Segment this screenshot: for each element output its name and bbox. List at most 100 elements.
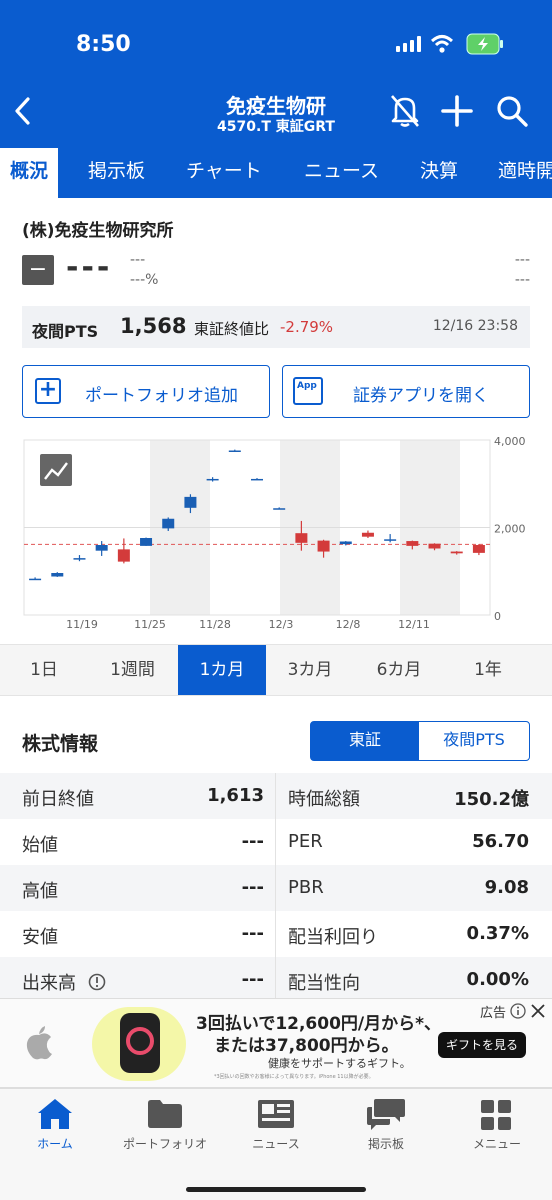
nav-board[interactable]: 掲示板 [331, 1089, 441, 1169]
chat-bubbles-icon [367, 1099, 405, 1130]
search-icon[interactable] [494, 93, 530, 129]
main-tabs: 概況 掲示板 チャート ニュース 決算 適時開 [0, 148, 552, 198]
info-label: 時価総額 [288, 789, 360, 810]
info-value: --- [241, 877, 264, 898]
bottom-navigation: ホーム ポートフォリオ ニュース 掲示板 メニュー [0, 1088, 552, 1200]
info-value: 0.00% [466, 969, 529, 990]
period-1w[interactable]: 1週間 [88, 645, 177, 695]
nav-menu-label: メニュー [472, 1137, 521, 1151]
info-row: 安値 --- 配当利回り 0.37% [0, 911, 552, 957]
apple-logo-icon [26, 1026, 52, 1060]
candle-body [450, 551, 463, 554]
ad-info-icon[interactable] [510, 1003, 526, 1019]
ad-badge-label: 広告 [480, 1006, 507, 1021]
ad-line-3: 健康をサポートするギフト。 [268, 1057, 411, 1070]
info-label: 配当性向 [288, 973, 360, 994]
period-1y[interactable]: 1年 [444, 645, 532, 695]
candle-body [361, 532, 374, 537]
candle-body [472, 545, 485, 553]
nav-home[interactable]: ホーム [0, 1089, 110, 1169]
pts-summary: 夜間PTS 1,568 東証終値比 -2.79% 12/16 23:58 [22, 306, 530, 348]
no-change-icon: − [22, 255, 54, 285]
candle-body [273, 508, 286, 510]
period-6m[interactable]: 6カ月 [354, 645, 444, 695]
add-portfolio-button[interactable]: + ポートフォリオ追加 [22, 365, 270, 418]
ad-cta-button[interactable]: ギフトを見る [438, 1032, 526, 1058]
nav-portfolio[interactable]: ポートフォリオ [110, 1089, 220, 1169]
candle-body [140, 538, 153, 546]
nav-portfolio-label: ポートフォリオ [122, 1137, 207, 1151]
info-label: PBR [288, 877, 324, 898]
stock-info-title: 株式情報 [22, 733, 99, 755]
column-divider [275, 773, 276, 998]
candle-body [251, 478, 263, 481]
candle-body [162, 518, 175, 529]
ad-banner[interactable]: 3回払いで12,600円/月から*、 または37,800円から。 健康をサポート… [0, 998, 552, 1088]
candle-body [317, 540, 330, 552]
candle-body [428, 543, 441, 549]
app-icon: App [293, 377, 323, 405]
tab-news[interactable]: ニュース [304, 156, 379, 183]
x-tick-label: 11/19 [66, 618, 98, 631]
info-value: --- [241, 923, 264, 944]
info-label: 配当利回り [288, 927, 378, 948]
price-chart[interactable]: 4,000 2,000 0 11/19 11/25 11/28 12/3 12/8 12/11 [0, 430, 552, 640]
info-row: 前日終値 1,613 時価総額 150.2億 [0, 773, 552, 819]
watch-image [92, 1007, 186, 1081]
info-value: --- [241, 969, 264, 990]
pts-compare-value: -2.79% [280, 318, 334, 336]
add-portfolio-label: ポートフォリオ追加 [85, 386, 238, 406]
app-icon-text: App [297, 381, 317, 391]
price-change-pct: ---% [130, 272, 159, 288]
x-tick-label: 12/3 [269, 618, 294, 631]
tab-chart[interactable]: チャート [186, 156, 262, 183]
right-value-top: --- [514, 252, 530, 268]
x-tick-label: 12/8 [336, 618, 361, 631]
tab-board[interactable]: 掲示板 [88, 156, 145, 183]
toggle-night-pts[interactable]: 夜間PTS [418, 721, 530, 761]
nav-news[interactable]: ニュース [221, 1089, 331, 1169]
period-3m[interactable]: 3カ月 [266, 645, 354, 695]
signal-icon [396, 36, 422, 52]
info-value: 150.2億 [454, 789, 529, 810]
tab-disclosure[interactable]: 適時開 [498, 156, 552, 183]
info-row: 高値 --- PBR 9.08 [0, 865, 552, 911]
right-value-bottom: --- [514, 272, 530, 288]
pts-timestamp: 12/16 23:58 [432, 318, 518, 334]
candle-body [384, 539, 397, 541]
candle-body [73, 558, 86, 560]
info-value: 9.08 [484, 877, 529, 898]
newspaper-icon [258, 1100, 294, 1128]
period-1d[interactable]: 1日 [0, 645, 88, 695]
home-icon [38, 1099, 72, 1129]
nav-menu[interactable]: メニュー [442, 1089, 552, 1169]
info-value: 56.70 [472, 831, 529, 852]
bell-off-icon[interactable] [388, 92, 422, 128]
toggle-tse[interactable]: 東証 [310, 721, 420, 761]
candle-body [295, 533, 308, 543]
add-icon[interactable] [440, 94, 474, 128]
candle-body [206, 478, 219, 481]
y-tick-label: 2,000 [494, 523, 526, 536]
status-bar: 8:50 [0, 0, 552, 88]
company-name: (株)免疫生物研究所 [22, 221, 174, 241]
grid-menu-icon [481, 1100, 511, 1130]
info-warning-icon[interactable] [88, 973, 106, 991]
x-tick-label: 11/25 [134, 618, 166, 631]
info-label: 始値 [22, 835, 58, 856]
info-label: 高値 [22, 881, 58, 902]
tab-overview[interactable]: 概況 [0, 148, 59, 198]
app-header: 免疫生物研 4570.T 東証GRT [0, 88, 552, 148]
period-1m[interactable]: 1カ月 [178, 645, 266, 695]
ad-fine-print: *3回払いの回数やお客様によって異なります。iPhone 11以降が必要。 [214, 1074, 374, 1080]
folder-icon [148, 1100, 182, 1128]
plus-box-icon: + [35, 378, 61, 404]
pts-label: 夜間PTS [32, 322, 99, 341]
wifi-icon [430, 35, 454, 53]
y-tick-label: 4,000 [494, 435, 526, 448]
tab-earnings[interactable]: 決算 [420, 156, 458, 183]
open-app-button[interactable]: App 証券アプリを開く [282, 365, 530, 418]
ad-close-icon[interactable] [530, 1003, 546, 1019]
nav-news-label: ニュース [252, 1137, 300, 1151]
candle-body [117, 549, 130, 562]
